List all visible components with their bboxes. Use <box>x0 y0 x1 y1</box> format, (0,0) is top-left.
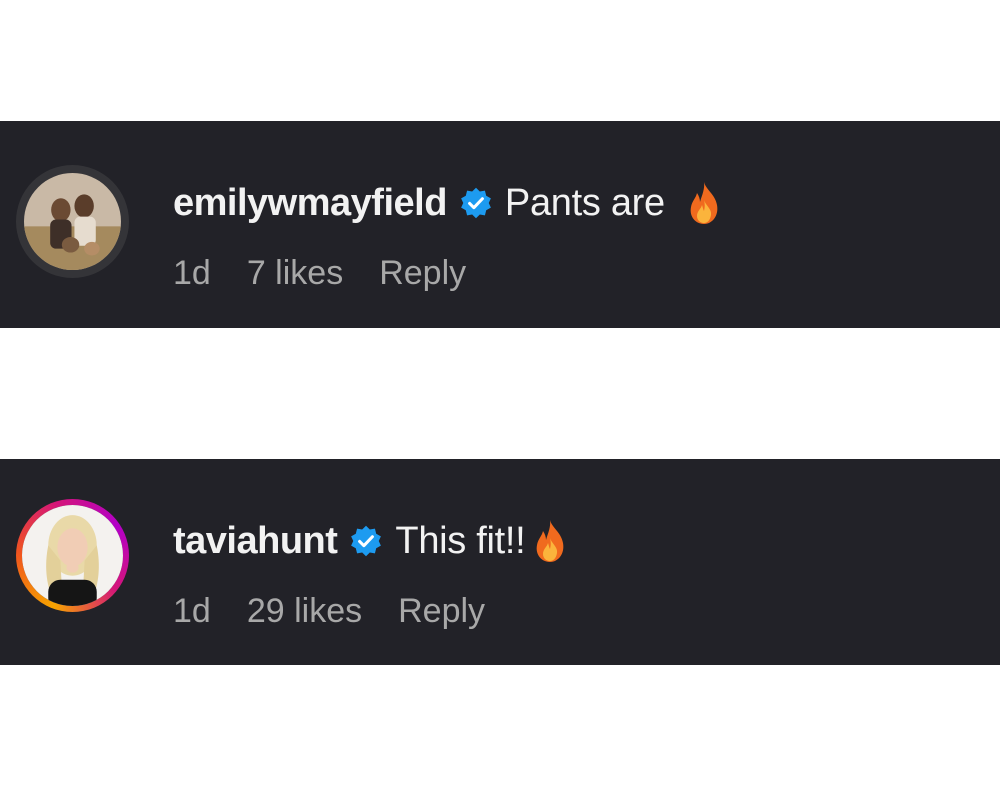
comment-content: emilywmayfield Pants are <box>173 181 721 225</box>
verified-badge-icon <box>461 187 491 219</box>
avatar-image <box>22 505 123 606</box>
verified-badge-icon <box>351 525 382 557</box>
avatar-image <box>24 173 121 270</box>
reply-button[interactable]: Reply <box>379 254 466 293</box>
avatar-photo <box>22 505 123 606</box>
comment-item: taviahunt This fit!! 1d 29 likes Reply <box>0 459 1000 665</box>
reply-button[interactable]: Reply <box>398 592 485 631</box>
timestamp: 1d <box>173 254 211 292</box>
comment-text: Pants are <box>504 181 665 224</box>
username-link[interactable]: emilywmayfield <box>173 182 447 225</box>
timestamp: 1d <box>173 592 211 630</box>
avatar-story-ring[interactable] <box>16 499 129 612</box>
avatar-photo <box>24 173 121 270</box>
comment-content: taviahunt This fit!! <box>173 519 567 563</box>
comment-item: emilywmayfield Pants are 1d 7 likes Repl… <box>0 121 1000 328</box>
comment-meta: 1d 29 likes Reply <box>173 592 485 631</box>
fire-icon <box>690 182 718 224</box>
likes-count[interactable]: 29 likes <box>247 592 362 631</box>
username-link[interactable]: taviahunt <box>173 520 338 563</box>
likes-count[interactable]: 7 likes <box>247 254 343 293</box>
comment-meta: 1d 7 likes Reply <box>173 254 466 293</box>
avatar[interactable] <box>16 165 129 278</box>
comment-text: This fit!! <box>395 519 526 562</box>
fire-icon <box>537 520 564 562</box>
